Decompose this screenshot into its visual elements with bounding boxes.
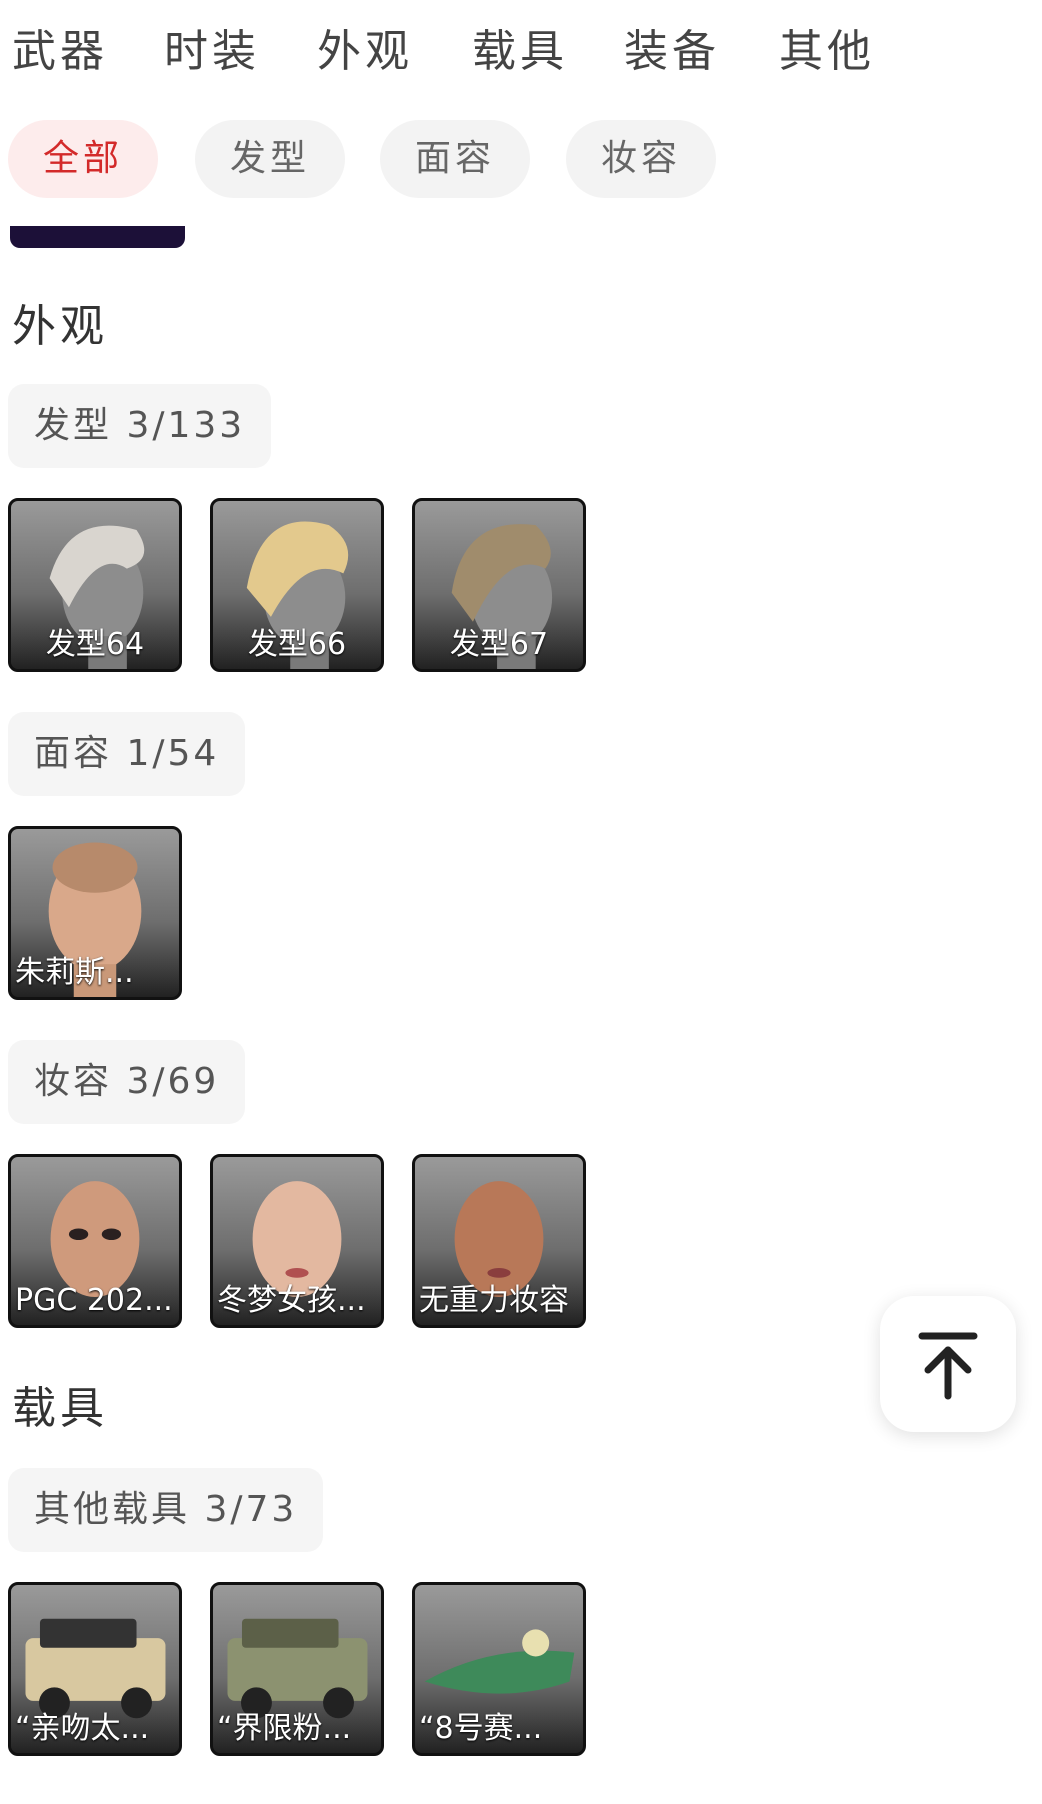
- section-title-vehicles: 载具: [12, 1383, 108, 1434]
- item-label: 发型67: [449, 627, 549, 662]
- section-title-appearance: 外观: [12, 301, 108, 352]
- item-card[interactable]: PGC 202...: [8, 1154, 182, 1328]
- item-label: PGC 202...: [15, 1283, 173, 1318]
- tab-appearance[interactable]: 外观: [317, 22, 413, 82]
- item-card[interactable]: 冬梦女孩...: [210, 1154, 384, 1328]
- item-label: “界限粉...: [217, 1711, 352, 1746]
- item-label: “亲吻太...: [15, 1711, 150, 1746]
- item-card[interactable]: 发型67: [412, 498, 586, 672]
- arrow-up-to-line-icon: [918, 1332, 978, 1400]
- tab-weapons[interactable]: 武器: [12, 22, 108, 82]
- tab-equipment[interactable]: 装备: [624, 22, 720, 82]
- group-header-makeup: 妆容 3/69: [8, 1040, 246, 1124]
- item-card[interactable]: “亲吻太...: [8, 1582, 182, 1756]
- category-tabs: 武器 时装 外观 载具 装备 其他: [12, 22, 1012, 92]
- item-card[interactable]: “界限粉...: [210, 1582, 384, 1756]
- tab-vehicles[interactable]: 载具: [472, 22, 568, 82]
- item-label: 发型66: [247, 627, 347, 662]
- filter-hair[interactable]: 发型: [195, 120, 345, 198]
- item-card[interactable]: 无重力妆容: [412, 1154, 586, 1328]
- group-header-other-vehicles: 其他载具 3/73: [8, 1468, 324, 1552]
- item-label: 朱莉斯...: [15, 955, 134, 990]
- item-label: 发型64: [45, 627, 145, 662]
- filter-face[interactable]: 面容: [380, 120, 530, 198]
- item-label: 冬梦女孩...: [217, 1283, 366, 1318]
- back-to-top-button[interactable]: [880, 1296, 1016, 1432]
- filter-all[interactable]: 全部: [8, 120, 158, 198]
- tab-fashion[interactable]: 时装: [164, 22, 260, 82]
- item-card[interactable]: 发型66: [210, 498, 384, 672]
- banner-strip: [10, 226, 185, 248]
- item-label: 无重力妆容: [419, 1283, 569, 1318]
- item-card[interactable]: 发型64: [8, 498, 182, 672]
- item-label: “8号赛...: [419, 1711, 543, 1746]
- item-card[interactable]: 朱莉斯...: [8, 826, 182, 1000]
- filter-makeup[interactable]: 妆容: [566, 120, 716, 198]
- tab-other[interactable]: 其他: [779, 22, 875, 82]
- group-header-hair: 发型 3/133: [8, 384, 272, 468]
- item-card[interactable]: “8号赛...: [412, 1582, 586, 1756]
- group-header-face: 面容 1/54: [8, 712, 246, 796]
